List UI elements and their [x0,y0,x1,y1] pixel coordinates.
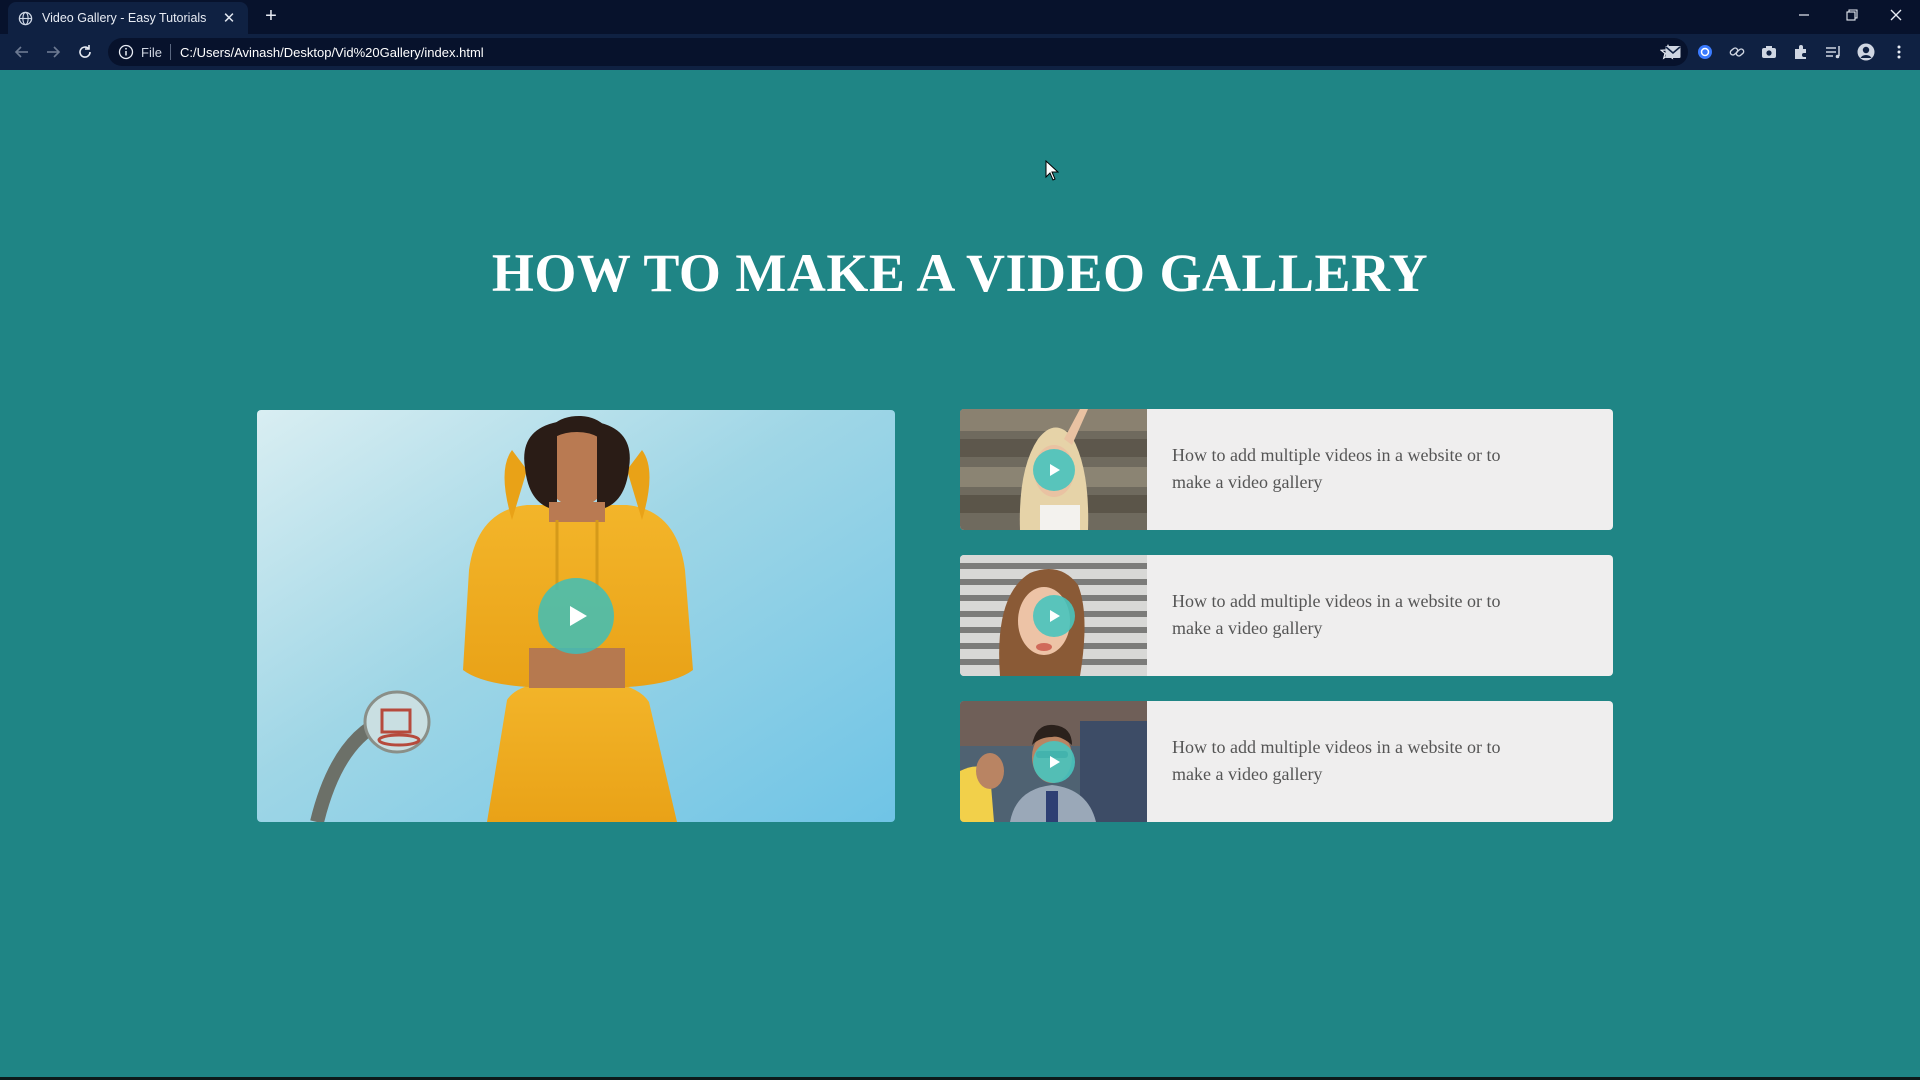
info-icon[interactable] [118,44,134,60]
video-title[interactable]: How to add multiple videos in a website … [1172,442,1512,496]
media-control-icon[interactable] [1824,43,1842,61]
puzzle-extensions-icon[interactable] [1792,43,1810,61]
close-icon [1890,9,1902,21]
address-bar[interactable]: File C:/Users/Avinash/Desktop/Vid%20Gall… [108,38,1688,66]
new-tab-button[interactable]: + [260,6,282,28]
video-thumbnail[interactable] [960,701,1147,822]
arrow-left-icon [14,46,28,58]
profile-avatar-icon[interactable] [1857,43,1875,61]
restore-button[interactable] [1832,2,1872,28]
minimize-icon [1799,14,1809,16]
play-icon [1050,756,1060,768]
video-title[interactable]: How to add multiple videos in a website … [1172,588,1512,642]
play-icon [1050,610,1060,622]
play-button[interactable] [1033,595,1075,637]
reload-button[interactable] [74,41,96,63]
play-icon [570,606,587,626]
tab-title: Video Gallery - Easy Tutorials [42,11,207,25]
restore-icon [1846,9,1858,21]
menu-kebab-icon[interactable] [1890,43,1908,61]
play-button[interactable] [538,578,614,654]
close-window-button[interactable] [1876,2,1916,28]
back-button[interactable] [11,41,33,63]
forward-button[interactable] [42,41,64,63]
extension-blue-icon[interactable] [1696,43,1714,61]
video-title[interactable]: How to add multiple videos in a website … [1172,734,1512,788]
reload-icon [79,45,91,58]
browser-tab-bar: Video Gallery - Easy Tutorials ✕ + [0,0,1920,34]
url-scheme-label: File [141,44,162,60]
gmail-extension-icon[interactable] [1664,43,1682,61]
play-button[interactable] [1033,741,1075,783]
playlist-item[interactable]: How to add multiple videos in a website … [960,409,1613,530]
camera-extension-icon[interactable] [1760,43,1778,61]
link-extension-icon[interactable] [1728,43,1746,61]
playlist-item[interactable]: How to add multiple videos in a website … [960,701,1613,822]
main-video-player[interactable] [257,410,895,822]
video-thumbnail[interactable] [960,555,1147,676]
url-text[interactable]: C:/Users/Avinash/Desktop/Vid%20Gallery/i… [180,45,484,60]
playlist-item[interactable]: How to add multiple videos in a website … [960,555,1613,676]
video-thumbnail[interactable] [960,409,1147,530]
browser-toolbar: File C:/Users/Avinash/Desktop/Vid%20Gall… [0,34,1920,70]
page-title: HOW TO MAKE A VIDEO GALLERY [491,243,1429,303]
mouse-cursor-icon [1045,160,1059,181]
address-divider [169,44,171,60]
arrow-right-icon [47,46,61,58]
play-icon [1050,464,1060,476]
minimize-button[interactable] [1784,2,1824,28]
globe-icon [18,11,33,25]
play-button[interactable] [1033,449,1075,491]
close-tab-icon[interactable]: ✕ [220,9,238,27]
browser-tab[interactable]: Video Gallery - Easy Tutorials ✕ [8,2,248,34]
